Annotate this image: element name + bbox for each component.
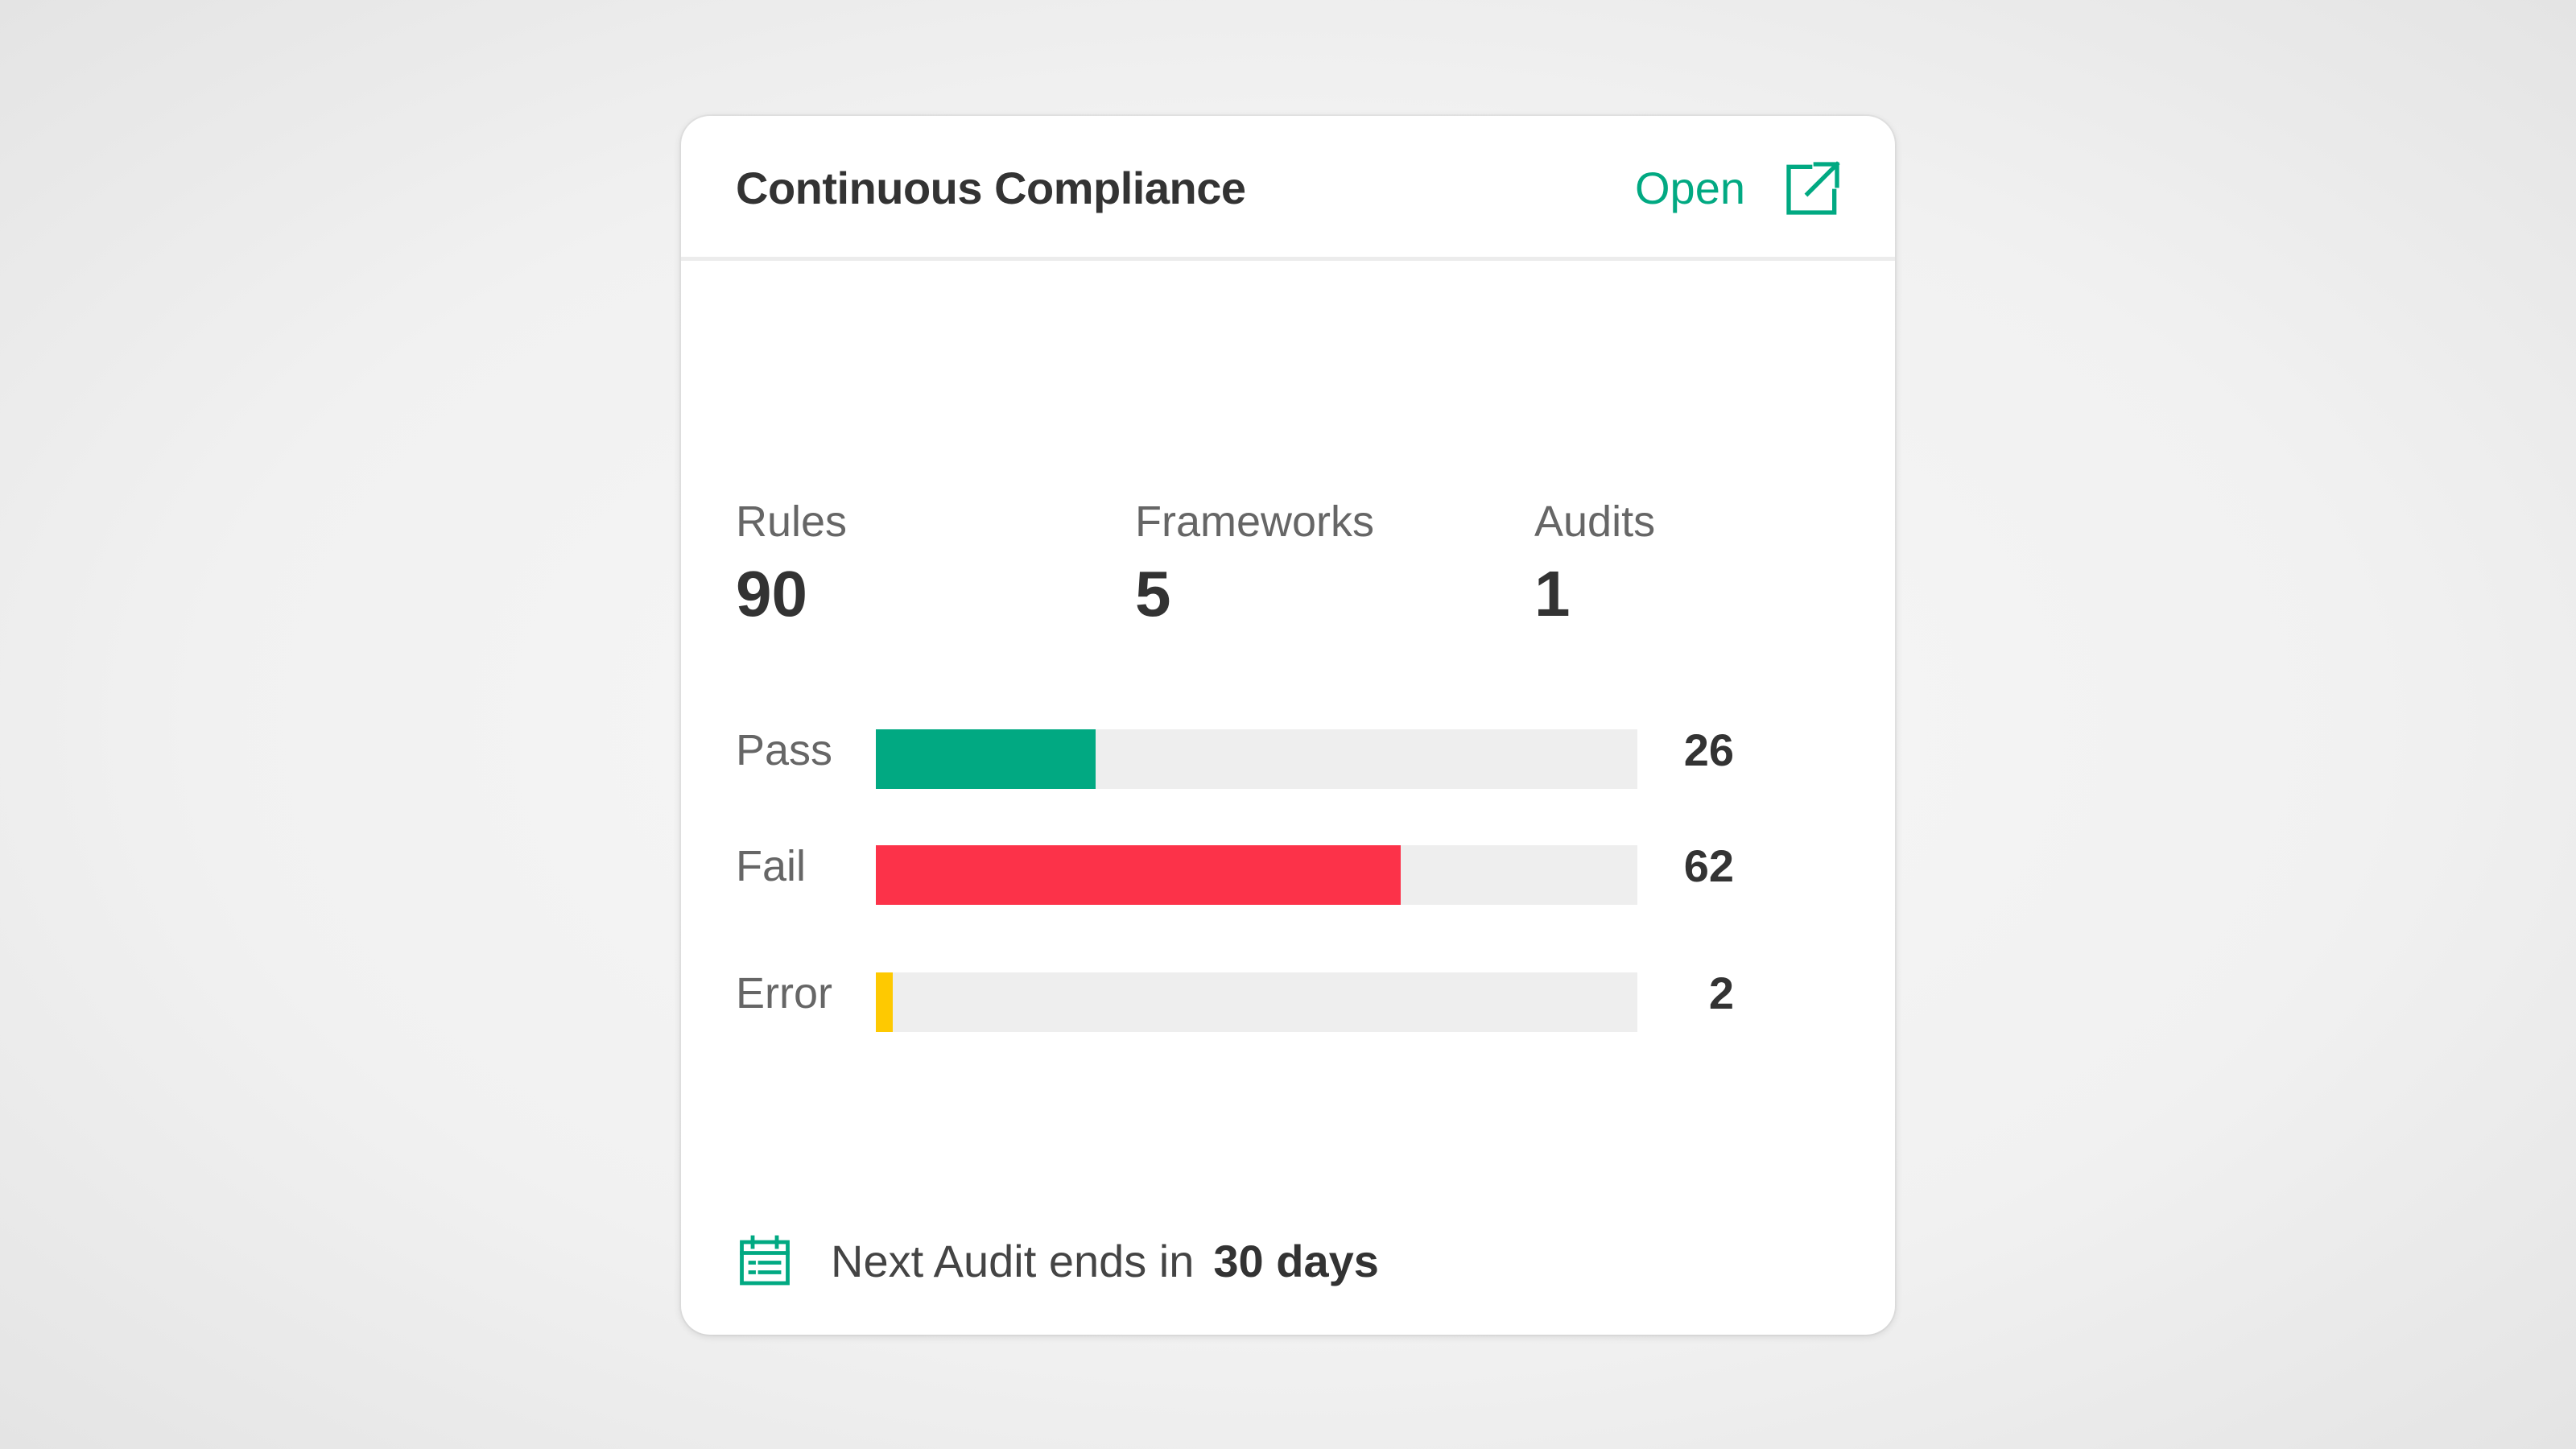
bar-row-pass: Pass 26 [736,724,1782,789]
stat-audits: Audits 1 [1534,496,1655,633]
stat-value: 1 [1534,558,1571,630]
external-link-icon[interactable] [1781,156,1845,221]
compliance-card: Continuous Compliance Open Rules 90 Fram… [681,116,1895,1335]
bar-value: 2 [1708,968,1734,1018]
card-header: Continuous Compliance Open [681,116,1895,261]
stat-label: Frameworks [1135,497,1375,546]
bar-value: 26 [1683,724,1734,775]
footer-text: Next Audit ends in 30 days [831,1236,1379,1287]
stat-frameworks: Frameworks 5 [1135,496,1374,633]
bar-fill-pass [876,729,1096,789]
bar-label: Fail [736,842,807,890]
bar-label: Pass [736,726,833,774]
stat-label: Audits [1534,497,1656,546]
card-title: Continuous Compliance [736,163,1246,213]
stat-value: 5 [1135,558,1171,630]
calendar-icon [736,1232,794,1290]
bar-value: 62 [1683,840,1734,891]
stat-rules: Rules 90 [736,496,847,633]
bar-track [876,845,1637,905]
bar-label: Error [736,969,832,1018]
footer-label: Next Audit ends in [831,1236,1195,1286]
bar-track [876,972,1637,1032]
stat-label: Rules [736,497,848,546]
next-audit-footer: Next Audit ends in 30 days [736,1225,1379,1298]
open-label[interactable]: Open [1635,163,1745,214]
bar-track [876,729,1637,789]
bar-fill-error [876,972,894,1032]
footer-days: 30 days [1213,1236,1379,1286]
bar-fill-fail [876,845,1401,905]
stats-row: Rules 90 Frameworks 5 Audits 1 [736,496,1782,657]
bar-row-fail: Fail 62 [736,840,1782,905]
bar-row-error: Error 2 [736,968,1782,1032]
open-link[interactable]: Open [1635,155,1845,222]
stat-value: 90 [736,558,807,630]
